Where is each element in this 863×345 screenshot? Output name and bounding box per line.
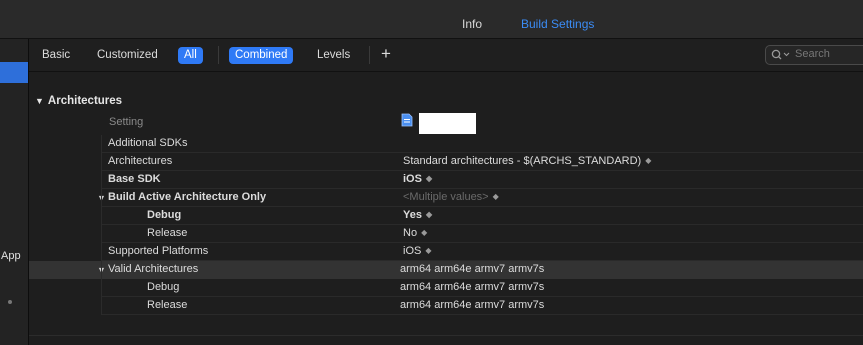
- filter-bar: Basic Customized All Combined Levels + S…: [29, 39, 863, 72]
- table-row[interactable]: Supported Platforms iOS ◆: [29, 243, 863, 261]
- setting-name: Release: [147, 227, 188, 239]
- setting-name: Valid Architectures: [108, 263, 199, 275]
- settings-rows: Additional SDKs Architectures Standard a…: [29, 135, 863, 315]
- section-architectures[interactable]: ▼ Architectures: [35, 95, 122, 107]
- setting-value: Standard architectures - $(ARCHS_STANDAR…: [403, 155, 642, 167]
- table-row[interactable]: Additional SDKs: [29, 135, 863, 153]
- tab-build-settings[interactable]: Build Settings: [521, 17, 594, 31]
- setting-name: Additional SDKs: [108, 137, 188, 149]
- setting-name: Base SDK: [108, 173, 161, 185]
- filter-customized-button[interactable]: Customized: [91, 47, 164, 64]
- setting-name: Release: [147, 299, 188, 311]
- setting-value-popup[interactable]: <Multiple values> ◆: [403, 191, 499, 203]
- table-row[interactable]: Architectures Standard architectures - $…: [29, 153, 863, 171]
- setting-value-popup[interactable]: No ◆: [403, 227, 427, 239]
- setting-name: Debug: [147, 281, 180, 293]
- setting-column-header: Setting: [109, 116, 144, 128]
- sidebar-dot: [8, 300, 12, 304]
- setting-value-popup[interactable]: iOS ◆: [403, 245, 432, 257]
- table-row-selected[interactable]: ▼ Valid Architectures arm64 arm64e armv7…: [29, 261, 863, 279]
- setting-name: Architectures: [108, 155, 173, 167]
- chevron-updown-icon: ◆: [421, 228, 428, 237]
- view-combined-button[interactable]: Combined: [229, 47, 294, 64]
- chevron-updown-icon: ◆: [425, 174, 433, 183]
- section-title: Architectures: [47, 95, 123, 107]
- setting-value-popup[interactable]: iOS ◆: [403, 173, 432, 185]
- table-row[interactable]: Debug Yes ◆: [29, 207, 863, 225]
- setting-value: iOS: [403, 173, 422, 185]
- setting-name: Supported Platforms: [108, 245, 209, 257]
- view-levels-button[interactable]: Levels: [311, 47, 356, 64]
- setting-value-popup[interactable]: Yes ◆: [403, 209, 432, 221]
- setting-value-popup[interactable]: Standard architectures - $(ARCHS_STANDAR…: [403, 155, 651, 167]
- filter-basic-button[interactable]: Basic: [36, 47, 76, 64]
- disclosure-triangle-icon[interactable]: ▼: [35, 96, 44, 106]
- filter-all-button[interactable]: All: [178, 47, 203, 64]
- table-row[interactable]: Base SDK iOS ◆: [29, 171, 863, 189]
- filter-divider: [369, 46, 370, 64]
- search-placeholder: Search: [795, 48, 830, 60]
- setting-value: No: [403, 227, 418, 239]
- filter-divider: [218, 46, 219, 64]
- table-row[interactable]: Release arm64 arm64e armv7 armv7s: [29, 297, 863, 315]
- tab-info[interactable]: Info: [462, 17, 482, 31]
- setting-value: <Multiple values>: [403, 191, 489, 203]
- setting-name: Debug: [147, 209, 182, 221]
- chevron-updown-icon: ◆: [645, 156, 652, 165]
- setting-value: Yes: [403, 209, 422, 221]
- chevron-updown-icon: ◆: [425, 246, 432, 255]
- chevron-updown-icon: ◆: [425, 210, 433, 219]
- search-icon: [771, 49, 790, 60]
- column-divider: [101, 135, 102, 315]
- sidebar-selected-target[interactable]: [0, 62, 28, 83]
- search-field[interactable]: Search: [765, 45, 863, 65]
- section-divider: [29, 335, 863, 336]
- table-row[interactable]: ▼ Build Active Architecture Only <Multip…: [29, 189, 863, 207]
- editor-top-bar: Info Build Settings: [0, 0, 863, 39]
- setting-value: iOS: [403, 245, 422, 257]
- table-row[interactable]: Debug arm64 arm64e armv7 armv7s: [29, 279, 863, 297]
- column-header-row: Setting: [29, 112, 863, 134]
- target-file-icon: [401, 113, 413, 127]
- setting-value[interactable]: arm64 arm64e armv7 armv7s: [400, 281, 544, 293]
- target-name-redacted: [419, 113, 476, 134]
- targets-sidebar: App: [0, 39, 29, 345]
- build-settings-table: ▼ Architectures Setting Additional SDKs A…: [29, 72, 863, 345]
- setting-value[interactable]: arm64 arm64e armv7 armv7s: [400, 299, 544, 311]
- setting-value[interactable]: arm64 arm64e armv7 armv7s: [400, 263, 544, 275]
- table-row[interactable]: Release No ◆: [29, 225, 863, 243]
- setting-name: Build Active Architecture Only: [108, 191, 267, 203]
- sidebar-app-label[interactable]: App: [1, 250, 21, 262]
- chevron-updown-icon: ◆: [492, 192, 499, 201]
- add-setting-button[interactable]: +: [381, 44, 391, 64]
